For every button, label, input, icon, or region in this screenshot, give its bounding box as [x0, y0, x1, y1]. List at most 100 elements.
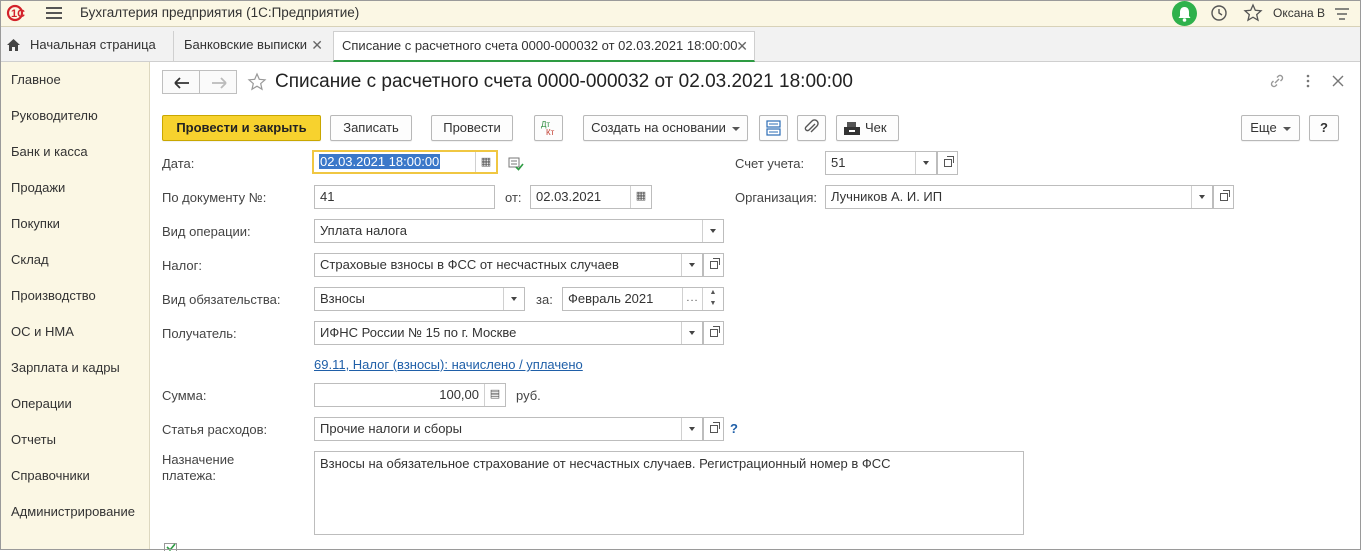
operation-value: Уплата налога — [320, 223, 407, 238]
document-structure-icon — [760, 116, 787, 140]
open-icon — [710, 425, 718, 433]
calendar-icon[interactable]: ▦ — [475, 152, 496, 172]
dt-kt-button[interactable]: Дт Кт — [534, 115, 563, 141]
doc-number-input[interactable]: 41 — [314, 185, 495, 209]
obligation-select[interactable]: Взносы — [314, 287, 525, 311]
dt-kt-icon: Дт Кт — [535, 116, 562, 140]
history-icon[interactable] — [1210, 4, 1228, 22]
create-based-on-label: Создать на основании — [591, 120, 726, 135]
sidebar-item-reports[interactable]: Отчеты — [11, 432, 56, 447]
account-label: Счет учета: — [735, 156, 804, 171]
account-value: 51 — [831, 155, 845, 170]
forward-button[interactable] — [199, 70, 237, 94]
dropdown-icon[interactable] — [503, 287, 524, 311]
app-header: 1С Бухгалтерия предприятия (1С:Предприят… — [0, 0, 1361, 27]
open-icon — [710, 261, 718, 269]
period-value: Февраль 2021 — [568, 291, 653, 306]
sum-label: Сумма: — [162, 388, 206, 403]
sidebar-item-sales[interactable]: Продажи — [11, 180, 65, 195]
doc-number-value: 41 — [320, 189, 334, 204]
tab-home-label: Начальная страница — [30, 37, 156, 52]
spinner-icon[interactable]: ▲▼ — [702, 287, 723, 311]
open-recipient-button[interactable] — [703, 321, 724, 345]
favorite-star-icon[interactable] — [247, 72, 267, 92]
payment-purpose-textarea[interactable]: Взносы на обязательное страхование от не… — [314, 451, 1024, 535]
notifications-bell-icon[interactable] — [1172, 1, 1197, 26]
open-account-button[interactable] — [937, 151, 958, 175]
calendar-icon[interactable]: ▦ — [630, 185, 651, 209]
sidebar-item-bank[interactable]: Банк и касса — [11, 144, 88, 159]
tax-value: Страховые взносы в ФСС от несчастных слу… — [320, 257, 619, 272]
tax-field[interactable]: Страховые взносы в ФСС от несчастных слу… — [314, 253, 703, 277]
tab-bank-label: Банковские выписки — [184, 37, 307, 52]
user-name[interactable]: Оксана В — [1273, 6, 1325, 20]
help-question-icon[interactable]: ? — [730, 421, 738, 436]
tab-bank-statements[interactable]: Банковские выписки ✕ — [173, 31, 329, 61]
paperclip-icon — [798, 116, 825, 140]
back-button[interactable] — [162, 70, 200, 94]
attach-button[interactable] — [797, 115, 826, 141]
home-icon — [6, 38, 21, 52]
organization-field[interactable]: Лучников А. И. ИП — [825, 185, 1213, 209]
recipient-field[interactable]: ИФНС России № 15 по г. Москве — [314, 321, 703, 345]
dropdown-icon[interactable] — [681, 253, 702, 277]
dropdown-icon[interactable] — [702, 219, 723, 243]
ellipsis-icon[interactable]: ... — [682, 287, 702, 311]
more-button[interactable]: Еще — [1241, 115, 1300, 141]
dropdown-icon[interactable] — [1191, 185, 1212, 209]
dropdown-icon[interactable] — [915, 151, 936, 175]
main-menu-icon[interactable] — [46, 7, 62, 21]
help-button[interactable]: ? — [1309, 115, 1339, 141]
obligation-label: Вид обязательства: — [162, 292, 281, 307]
open-organization-button[interactable] — [1213, 185, 1234, 209]
obligation-value: Взносы — [320, 291, 365, 306]
sidebar-item-assets[interactable]: ОС и НМА — [11, 324, 74, 339]
sum-input[interactable]: 100,00 ▤ — [314, 383, 506, 407]
structure-button[interactable] — [759, 115, 788, 141]
sidebar-item-warehouse[interactable]: Склад — [11, 252, 49, 267]
open-tax-button[interactable] — [703, 253, 724, 277]
arrow-right-icon — [200, 71, 238, 95]
expense-field[interactable]: Прочие налоги и сборы — [314, 417, 703, 441]
open-icon — [1220, 193, 1228, 201]
receipt-button[interactable]: Чек — [836, 115, 899, 141]
sidebar-item-manager[interactable]: Руководителю — [11, 108, 98, 123]
svg-text:Кт: Кт — [546, 128, 555, 137]
sidebar-item-admin[interactable]: Администрирование — [11, 504, 135, 519]
account-field[interactable]: 51 — [825, 151, 937, 175]
post-button[interactable]: Провести — [431, 115, 513, 141]
close-icon[interactable] — [1330, 73, 1346, 89]
settings-menu-icon[interactable] — [1334, 6, 1350, 22]
close-icon[interactable]: ✕ — [311, 31, 323, 59]
sidebar-item-production[interactable]: Производство — [11, 288, 96, 303]
create-based-on-button[interactable]: Создать на основании — [583, 115, 748, 141]
operation-select[interactable]: Уплата налога — [314, 219, 724, 243]
sidebar-item-catalogs[interactable]: Справочники — [11, 468, 90, 483]
more-vertical-icon[interactable] — [1300, 73, 1316, 89]
tab-active-document[interactable]: Списание с расчетного счета 0000-000032 … — [333, 31, 755, 62]
sidebar-item-operations[interactable]: Операции — [11, 396, 72, 411]
dropdown-icon[interactable] — [681, 321, 702, 345]
doc-date-field[interactable]: 02.03.2021 ▦ — [530, 185, 652, 209]
link-icon[interactable] — [1269, 73, 1285, 89]
edit-check-icon[interactable] — [508, 157, 524, 171]
close-icon[interactable]: ✕ — [736, 32, 748, 60]
date-field[interactable]: 02.03.2021 18:00:00 ▦ — [312, 150, 498, 174]
sidebar-item-purchases[interactable]: Покупки — [11, 216, 60, 231]
tab-home[interactable]: Начальная страница — [0, 31, 165, 61]
dropdown-icon[interactable] — [681, 417, 702, 441]
open-expense-button[interactable] — [703, 417, 724, 441]
sidebar-item-main[interactable]: Главное — [11, 72, 61, 87]
favorites-star-icon[interactable] — [1243, 3, 1263, 23]
account-settlement-link[interactable]: 69.11, Налог (взносы): начислено / уплач… — [314, 357, 583, 372]
open-icon — [710, 329, 718, 337]
period-field[interactable]: Февраль 2021 ... ▲▼ — [562, 287, 724, 311]
expense-value: Прочие налоги и сборы — [320, 421, 462, 436]
sidebar-item-salary[interactable]: Зарплата и кадры — [11, 360, 120, 375]
document-form: Списание с расчетного счета 0000-000032 … — [150, 62, 1361, 550]
post-and-close-button[interactable]: Провести и закрыть — [162, 115, 321, 141]
save-button[interactable]: Записать — [330, 115, 412, 141]
calculator-icon[interactable]: ▤ — [484, 383, 505, 407]
doc-date-value: 02.03.2021 — [536, 189, 601, 204]
date-value: 02.03.2021 18:00:00 — [319, 154, 440, 169]
